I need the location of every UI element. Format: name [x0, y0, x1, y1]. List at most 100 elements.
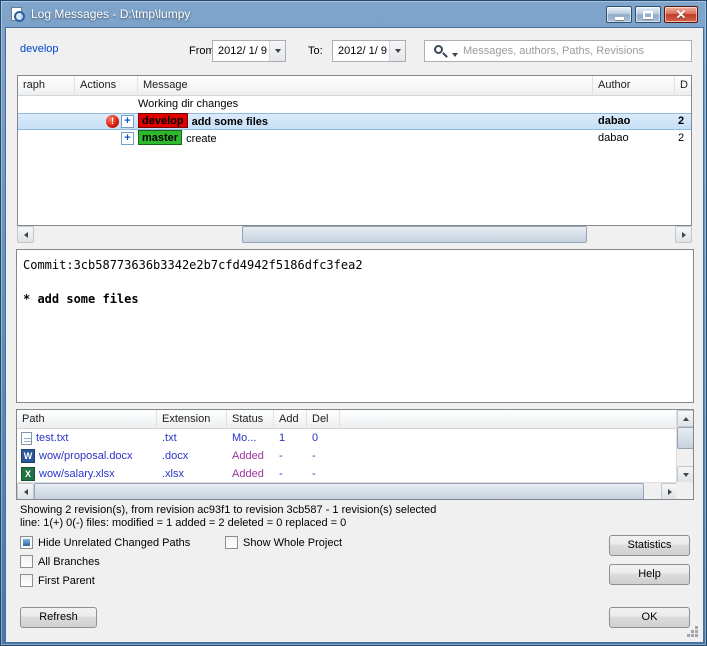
log-message: Working dir changes — [138, 98, 239, 110]
search-input[interactable] — [463, 42, 689, 60]
checkbox-show-whole-project[interactable]: Show Whole Project — [225, 536, 342, 549]
to-label: To: — [308, 45, 323, 57]
to-date-picker[interactable]: 2012/ 1/ 9 — [332, 40, 406, 62]
added-icon: + — [121, 132, 134, 145]
scrollbar-thumb[interactable] — [242, 226, 587, 243]
log-actions: + — [75, 130, 138, 147]
checkbox-box[interactable] — [225, 536, 238, 549]
close-button[interactable]: ✕ — [664, 6, 698, 23]
column-header-path[interactable]: Path — [17, 410, 157, 429]
file-list-vertical-scrollbar[interactable] — [676, 410, 693, 483]
help-button[interactable]: Help — [609, 564, 690, 585]
excel-file-icon: X — [21, 467, 35, 481]
file-path: wow/proposal.docx — [39, 450, 133, 462]
scrollbar-thumb[interactable] — [677, 427, 693, 449]
changed-files-list[interactable]: Path Extension Status Add Del test.txt .… — [16, 409, 694, 500]
checkbox-box[interactable] — [20, 536, 33, 549]
file-extension: .txt — [162, 432, 177, 444]
to-date-dropdown[interactable] — [389, 41, 405, 61]
column-header-actions[interactable]: Actions — [75, 76, 138, 96]
column-header-del[interactable]: Del — [307, 410, 340, 429]
titlebar[interactable]: Log Messages - D:\tmp\lumpy ✕ — [1, 1, 706, 27]
log-message-text: add some files — [191, 116, 268, 128]
current-branch-link[interactable]: develop — [20, 43, 59, 55]
log-author: dabao — [598, 115, 631, 127]
maximize-button[interactable] — [635, 6, 661, 23]
checkbox-hide-unrelated-paths[interactable]: Hide Unrelated Changed Paths — [20, 536, 190, 549]
to-date-value: 2012/ 1/ 9 — [338, 45, 387, 57]
checkbox-box[interactable] — [20, 555, 33, 568]
column-header-message[interactable]: Message — [138, 76, 593, 96]
file-path: test.txt — [36, 432, 69, 444]
from-date-value: 2012/ 1/ 9 — [218, 45, 267, 57]
scrollbar-thumb[interactable] — [34, 483, 644, 499]
revision-summary-text: Showing 2 revision(s), from revision ac9… — [20, 504, 437, 516]
app-log-icon — [9, 6, 25, 22]
checkbox-box[interactable] — [20, 574, 33, 587]
log-horizontal-scrollbar[interactable] — [17, 226, 692, 243]
resize-grip[interactable] — [687, 626, 699, 638]
commit-message-pane[interactable]: Commit:3cb58773636b3342e2b7cfd4942f5186d… — [16, 249, 694, 403]
file-add-count: 1 — [279, 432, 286, 444]
commit-subject-line: * add some files — [23, 292, 139, 306]
file-status: Added — [232, 450, 264, 462]
checkbox-label: All Branches — [38, 555, 100, 568]
log-row-working-dir[interactable]: Working dir changes — [18, 96, 691, 113]
checkbox-label: Hide Unrelated Changed Paths — [38, 536, 191, 549]
file-extension: .xlsx — [162, 468, 184, 480]
file-add-count: - — [279, 450, 283, 462]
scroll-left-icon[interactable] — [17, 226, 34, 243]
log-messages-window: Log Messages - D:\tmp\lumpy ✕ develop Fr… — [0, 0, 707, 646]
text-file-icon — [21, 431, 32, 445]
search-filter-box[interactable] — [424, 40, 692, 62]
scroll-right-icon[interactable] — [675, 226, 692, 243]
ok-button[interactable]: OK — [609, 607, 690, 628]
log-row-selected[interactable]: ! + develop add some files dabao 2 — [18, 113, 691, 130]
log-row[interactable]: + master create dabao 2 — [18, 130, 691, 147]
column-header-graph[interactable]: raph — [18, 76, 75, 96]
commit-hash-line: Commit:3cb58773636b3342e2b7cfd4942f5186d… — [23, 258, 363, 272]
file-list-header: Path Extension Status Add Del — [17, 410, 693, 429]
checkbox-all-branches[interactable]: All Branches — [20, 555, 100, 568]
checkbox-label: Show Whole Project — [243, 536, 343, 549]
checkbox-first-parent[interactable]: First Parent — [20, 574, 95, 587]
column-header-extension[interactable]: Extension — [157, 410, 227, 429]
log-actions: ! + — [75, 113, 138, 130]
window-title: Log Messages - D:\tmp\lumpy — [31, 7, 191, 21]
column-header-status[interactable]: Status — [227, 410, 274, 429]
file-row[interactable]: X wow/salary.xlsx .xlsx Added - - — [17, 465, 676, 483]
branch-badge-master: master — [138, 130, 183, 145]
scroll-up-icon[interactable] — [677, 410, 693, 427]
file-del-count: 0 — [312, 432, 319, 444]
file-status: Mo... — [232, 432, 257, 444]
scrollbar-corner — [676, 482, 693, 499]
column-header-author[interactable]: Author — [593, 76, 675, 96]
from-date-dropdown[interactable] — [269, 41, 285, 61]
file-del-count: - — [312, 468, 316, 480]
log-date: 2 — [678, 115, 685, 127]
file-del-count: - — [312, 450, 316, 462]
revision-log-list[interactable]: raph Actions Message Author D Working di… — [17, 75, 692, 226]
file-row[interactable]: W wow/proposal.docx .docx Added - - — [17, 447, 676, 465]
chevron-down-icon — [394, 49, 401, 56]
search-filter-dropdown-icon[interactable] — [452, 53, 458, 60]
word-file-icon: W — [21, 449, 35, 463]
refresh-button[interactable]: Refresh — [20, 607, 97, 628]
column-header-add[interactable]: Add — [274, 410, 307, 429]
column-header-date[interactable]: D — [675, 76, 691, 96]
added-icon: + — [121, 115, 134, 128]
scroll-down-icon[interactable] — [677, 466, 693, 483]
log-table-header: raph Actions Message Author D — [18, 76, 691, 96]
from-date-picker[interactable]: 2012/ 1/ 9 — [212, 40, 286, 62]
scroll-left-icon[interactable] — [17, 483, 34, 499]
maximize-icon — [643, 10, 653, 19]
file-summary-text: line: 1(+) 0(-) files: modified = 1 adde… — [20, 517, 347, 529]
chevron-down-icon — [274, 49, 281, 56]
statistics-button[interactable]: Statistics — [609, 535, 690, 556]
close-icon: ✕ — [675, 7, 687, 22]
minimize-button[interactable] — [606, 6, 632, 23]
file-add-count: - — [279, 468, 283, 480]
log-date: 2 — [678, 132, 685, 144]
file-list-horizontal-scrollbar[interactable] — [17, 482, 678, 499]
file-row[interactable]: test.txt .txt Mo... 1 0 — [17, 429, 676, 447]
